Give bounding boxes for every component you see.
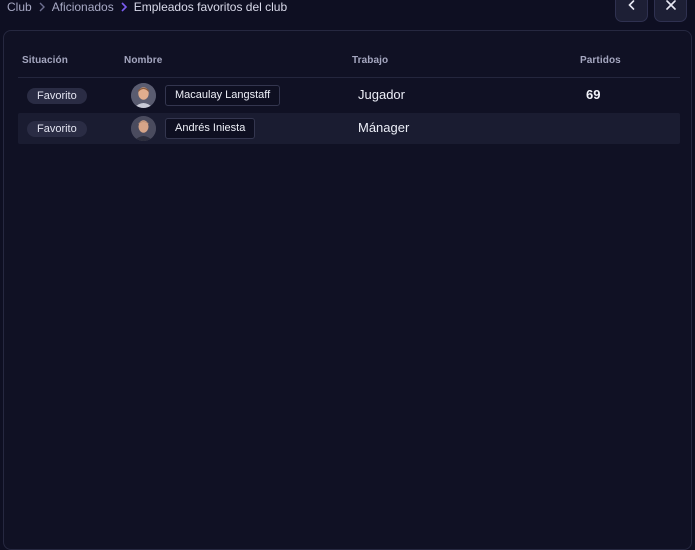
header-status[interactable]: Situación xyxy=(22,55,68,66)
manager-name-link[interactable]: Andrés Iniesta xyxy=(165,118,256,139)
chevron-right-icon xyxy=(35,1,49,13)
top-bar: Club Aficionados Empleados favoritos del… xyxy=(0,0,695,26)
table-row[interactable]: Favorito Macaulay Langstaff Jugador 69 xyxy=(18,80,680,111)
breadcrumb-current: Empleados favoritos del club xyxy=(133,0,288,14)
status-badge: Favorito xyxy=(27,121,87,137)
header-matches[interactable]: Partidos xyxy=(580,55,621,66)
job-cell: Jugador xyxy=(358,87,405,102)
close-button[interactable] xyxy=(654,0,687,22)
matches-cell: 69 xyxy=(586,87,601,102)
chevron-left-icon xyxy=(625,0,639,17)
breadcrumb-club[interactable]: Club xyxy=(7,0,32,14)
job-cell: Mánager xyxy=(358,120,410,135)
avatar[interactable] xyxy=(131,116,156,141)
status-badge: Favorito xyxy=(27,88,87,104)
breadcrumb-aficionados[interactable]: Aficionados xyxy=(52,0,114,14)
header-name[interactable]: Nombre xyxy=(124,55,162,66)
close-icon xyxy=(664,0,678,17)
back-button[interactable] xyxy=(615,0,648,22)
table-header: Situación Nombre Trabajo Partidos xyxy=(18,49,680,78)
favorites-panel: Situación Nombre Trabajo Partidos Favori… xyxy=(3,30,692,550)
table-row[interactable]: Favorito Andrés Iniesta Mánager xyxy=(18,113,680,144)
player-name-link[interactable]: Macaulay Langstaff xyxy=(165,85,281,106)
chevron-right-icon xyxy=(117,1,131,13)
header-job[interactable]: Trabajo xyxy=(352,55,388,66)
breadcrumb: Club Aficionados Empleados favoritos del… xyxy=(7,0,287,14)
avatar[interactable] xyxy=(131,83,156,108)
